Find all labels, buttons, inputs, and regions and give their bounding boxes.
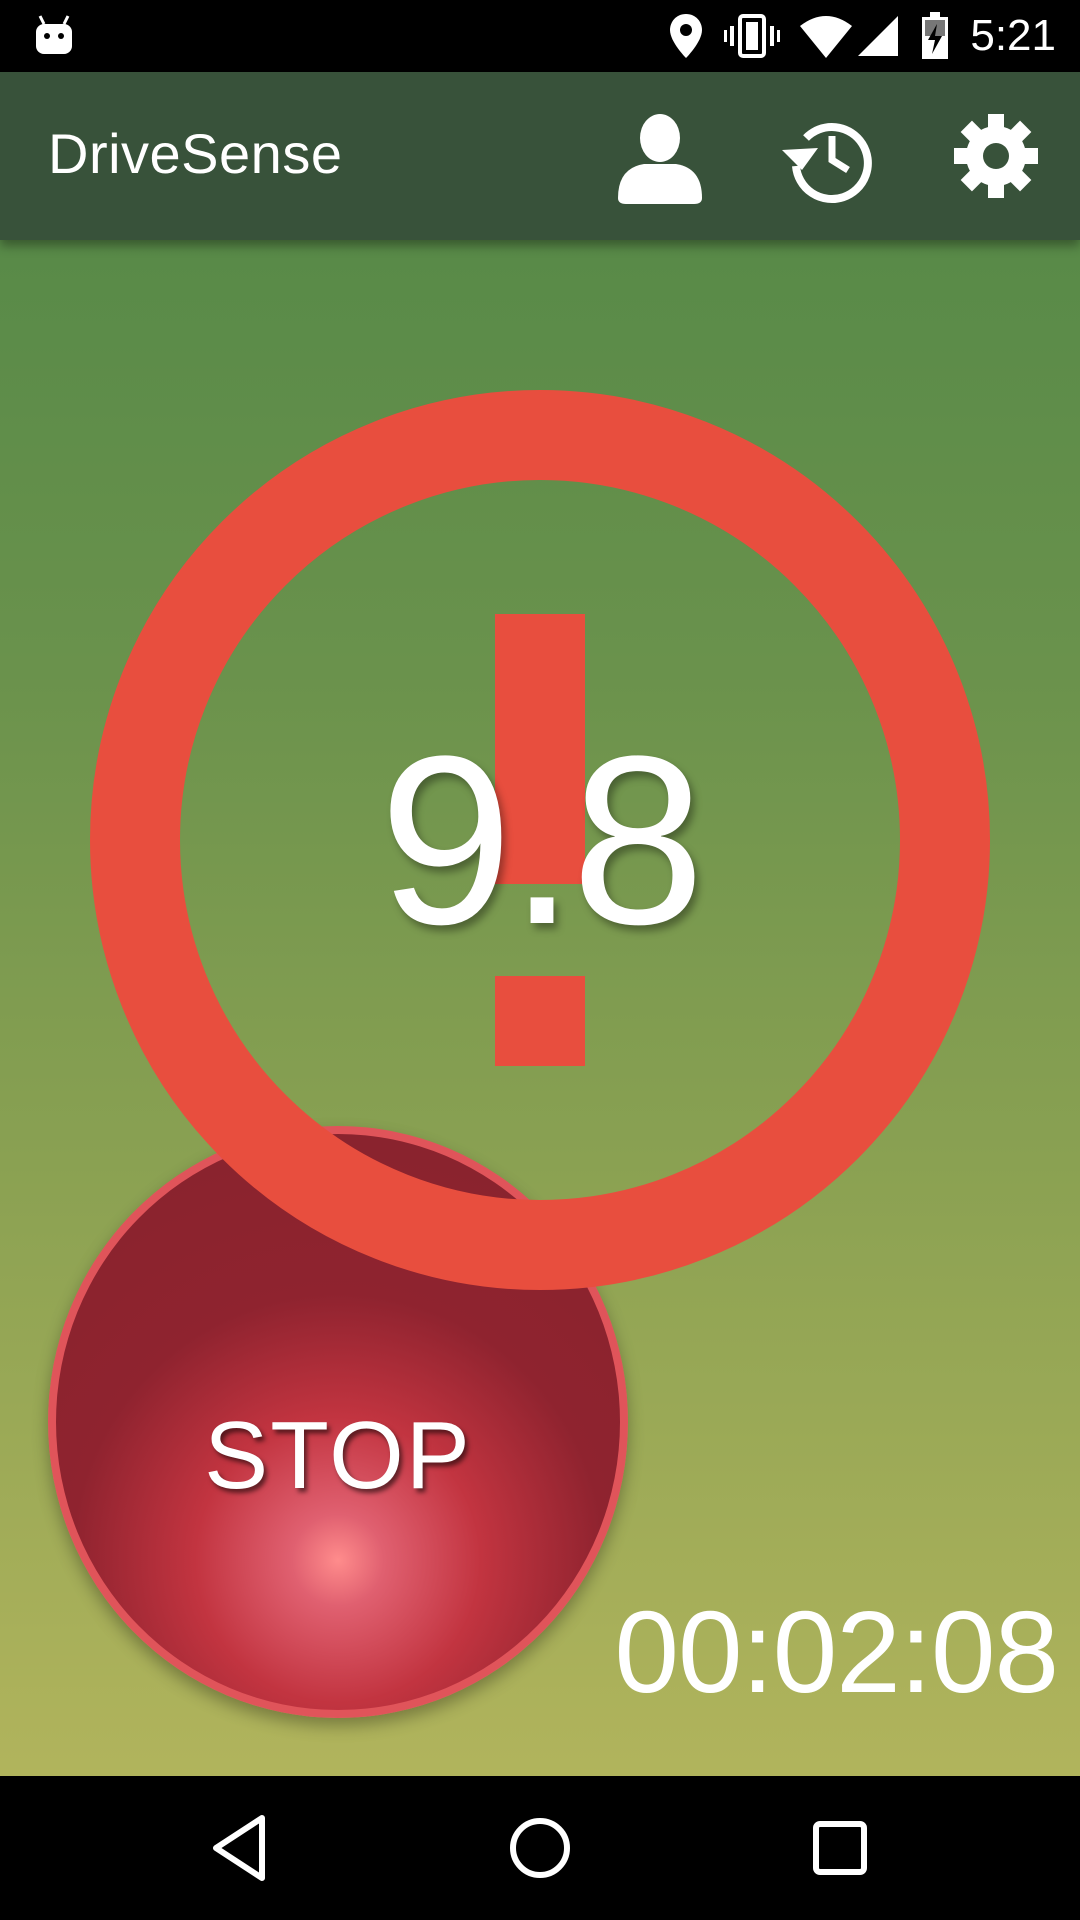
recents-button[interactable] (800, 1808, 880, 1888)
trip-timer: 00:02:08 (614, 1587, 1059, 1717)
home-button[interactable] (500, 1808, 580, 1888)
stop-label: STOP (204, 1402, 472, 1509)
android-notification-icon (36, 15, 72, 54)
navigation-bar (0, 1776, 1080, 1920)
recents-icon (813, 1821, 867, 1875)
settings-button[interactable] (944, 104, 1048, 208)
history-icon (782, 123, 872, 204)
app-bar: DriveSense (0, 72, 1080, 240)
history-button[interactable] (776, 104, 880, 208)
app-title: DriveSense (48, 122, 343, 185)
battery-charging-icon (922, 12, 948, 59)
location-icon (670, 14, 702, 58)
vibrate-icon (724, 14, 780, 58)
status-bar: 5:21 (0, 0, 1080, 72)
main-area: STOP 9.8 00:02:08 (0, 240, 1080, 1776)
settings-icon (954, 114, 1038, 198)
back-icon (213, 1815, 265, 1881)
back-button[interactable] (200, 1808, 280, 1888)
profile-button[interactable] (608, 104, 712, 208)
profile-icon (618, 114, 702, 204)
stop-button[interactable]: STOP (48, 1126, 628, 1718)
home-icon (510, 1818, 570, 1878)
wifi-icon (800, 16, 852, 58)
status-time: 5:21 (970, 11, 1056, 60)
score-value: 9.8 (379, 706, 705, 974)
cell-signal-icon (858, 16, 898, 56)
